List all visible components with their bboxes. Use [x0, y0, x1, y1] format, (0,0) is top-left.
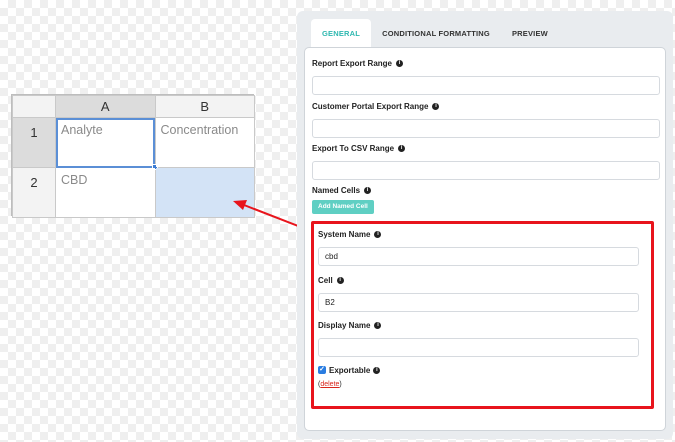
cell-b2[interactable]: [154, 167, 255, 218]
export-to-csv-range-label: Export To CSV Range: [312, 143, 395, 153]
report-export-range-label: Report Export Range: [312, 58, 393, 68]
exportable-label: Exportable: [329, 365, 371, 375]
customer-portal-export-range-input[interactable]: [312, 119, 660, 138]
info-icon[interactable]: i: [398, 144, 406, 152]
info-icon[interactable]: i: [432, 102, 440, 110]
info-icon[interactable]: i: [396, 59, 404, 67]
info-icon[interactable]: i: [364, 186, 372, 194]
cell-a1[interactable]: Analyte: [55, 117, 158, 170]
report-export-range-field: Report Export Range i: [312, 58, 660, 95]
display-name-label: Display Name: [318, 320, 371, 330]
column-header-a[interactable]: A: [55, 95, 156, 118]
report-export-range-input[interactable]: [312, 76, 660, 95]
display-name-input[interactable]: [318, 338, 639, 357]
system-name-field: System Name i cbd: [318, 229, 639, 266]
add-named-cell-button[interactable]: Add Named Cell: [312, 200, 374, 214]
export-to-csv-range-input[interactable]: [312, 161, 660, 180]
named-cells-label: Named Cells: [312, 185, 361, 195]
info-icon[interactable]: i: [374, 321, 382, 329]
system-name-input[interactable]: cbd: [318, 247, 639, 266]
exportable-checkbox[interactable]: ✓: [318, 366, 326, 374]
cell-input[interactable]: B2: [318, 293, 639, 312]
cell-a2[interactable]: CBD: [55, 167, 156, 218]
sheet-corner[interactable]: [12, 95, 56, 118]
info-icon[interactable]: i: [374, 230, 382, 238]
cell-a1-text: Analyte: [61, 123, 103, 137]
exportable-field: ✓ Exportable i (delete): [318, 365, 639, 388]
named-cell-entry: System Name i cbd Cell i B2 Display Name i …: [311, 221, 654, 397]
row-header-2[interactable]: 2: [12, 167, 56, 218]
info-icon[interactable]: i: [373, 366, 381, 374]
cell-label: Cell: [318, 275, 333, 285]
info-icon[interactable]: i: [336, 276, 344, 284]
cell-field: Cell i B2: [318, 275, 639, 312]
customer-portal-export-range-field: Customer Portal Export Range i: [312, 101, 660, 138]
cell-b1[interactable]: Concentration: [154, 117, 255, 168]
display-name-field: Display Name i: [318, 320, 639, 357]
row-header-1[interactable]: 1: [12, 117, 56, 168]
named-cells-section: Named Cells i Add Named Cell: [312, 185, 660, 214]
delete-link[interactable]: delete: [320, 381, 339, 388]
export-to-csv-range-field: Export To CSV Range i: [312, 143, 660, 180]
spreadsheet: A B 1 Analyte Concentration 2 CBD: [11, 94, 255, 218]
column-header-b[interactable]: B: [154, 95, 255, 118]
system-name-label: System Name: [318, 229, 371, 239]
customer-portal-export-range-label: Customer Portal Export Range: [312, 101, 429, 111]
